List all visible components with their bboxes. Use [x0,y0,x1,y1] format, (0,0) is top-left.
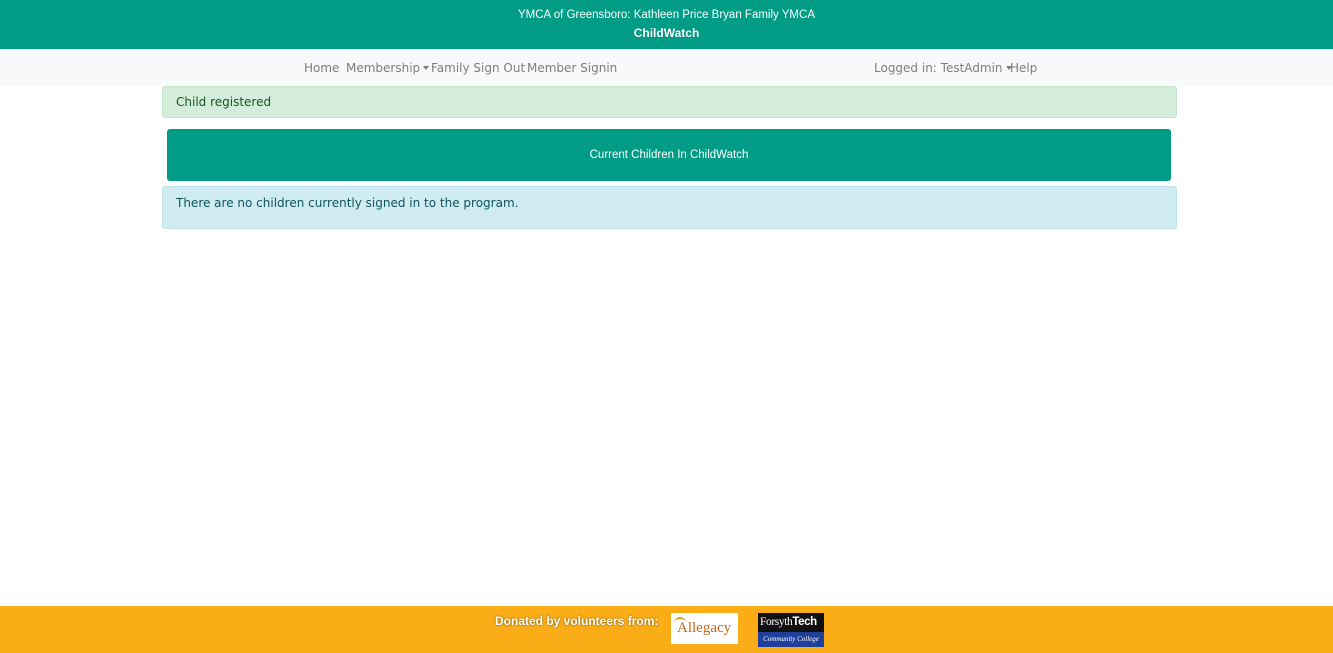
chevron-down-icon [423,66,430,70]
current-children-header: Current Children In ChildWatch [167,129,1171,181]
nav-membership-dropdown[interactable]: Membership [346,61,430,75]
forsyth-tech-logo-subtitle: Community College [758,632,824,647]
main-navbar: Home Membership Family Sign Out Member S… [0,49,1333,86]
top-header: YMCA of Greensboro: Kathleen Price Bryan… [0,0,1333,49]
nav-membership-label: Membership [346,61,421,75]
allegacy-logo[interactable]: Allegacy [671,613,738,644]
footer: Donated by volunteers from: Allegacy For… [0,606,1333,653]
logged-in-label: Logged in: TestAdmin [874,61,1003,75]
donated-by-text: Donated by volunteers from: [495,614,659,628]
allegacy-logo-text: Allegacy [677,620,732,636]
app-title: ChildWatch [633,26,700,40]
nav-home-link[interactable]: Home [304,61,339,75]
nav-help-link[interactable]: Help [1010,61,1037,75]
no-children-info-alert: There are no children currently signed i… [162,186,1177,229]
user-account-dropdown[interactable]: Logged in: TestAdmin [874,61,1012,75]
organization-name: YMCA of Greensboro: Kathleen Price Bryan… [518,9,815,21]
nav-family-sign-out-link[interactable]: Family Sign Out [431,61,525,75]
nav-member-signin-link[interactable]: Member Signin [527,61,617,75]
forsyth-tech-logo[interactable]: ForsythTech Community College [758,613,824,647]
success-alert: Child registered [162,86,1177,118]
forsyth-tech-logo-name: ForsythTech [760,616,817,628]
